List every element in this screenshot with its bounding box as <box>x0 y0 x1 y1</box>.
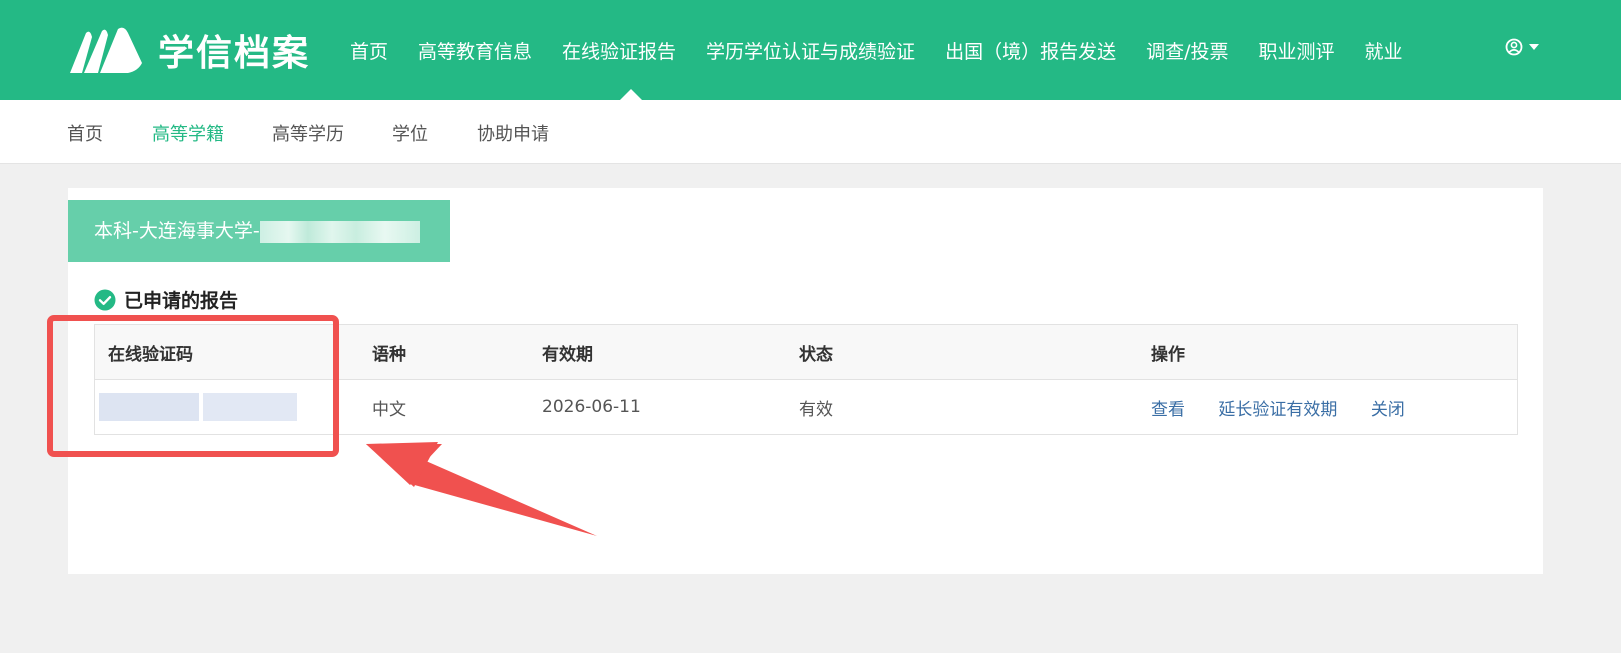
section-title: 已申请的报告 <box>94 286 238 313</box>
nav-overseas-report-sending[interactable]: 出国（境）报告发送 <box>945 37 1116 64</box>
nav-higher-education-info[interactable]: 高等教育信息 <box>418 37 532 64</box>
col-language: 语种 <box>371 324 541 380</box>
reports-table: 在线验证码 语种 有效期 状态 操作 中文 2026-06-11 有效 查看 延… <box>94 324 1518 435</box>
actions-cell: 查看 延长验证有效期 关闭 <box>1150 379 1518 435</box>
close-link[interactable]: 关闭 <box>1371 400 1405 420</box>
check-circle-icon <box>94 289 116 310</box>
redacted-name <box>259 220 420 243</box>
main-nav: 首页 高等教育信息 在线验证报告 学历学位认证与成绩验证 出国（境）报告发送 调… <box>350 0 1433 100</box>
logo-text: 学信档案 <box>158 33 311 74</box>
nav-career-assessment[interactable]: 职业测评 <box>1258 37 1334 64</box>
book-logo-icon <box>70 27 142 74</box>
user-circle-icon <box>1505 38 1523 56</box>
subnav-degree[interactable]: 学位 <box>392 120 428 146</box>
redacted-code <box>203 393 297 421</box>
table-header-row: 在线验证码 语种 有效期 状态 操作 <box>94 324 1518 380</box>
status-cell: 有效 <box>798 379 1150 435</box>
subnav-assist-application[interactable]: 协助申请 <box>477 120 549 146</box>
site-logo[interactable]: 学信档案 <box>68 24 310 76</box>
nav-employment[interactable]: 就业 <box>1365 37 1403 64</box>
top-header: 学信档案 首页 高等教育信息 在线验证报告 学历学位认证与成绩验证 出国（境）报… <box>0 0 1621 100</box>
subnav-higher-diploma[interactable]: 高等学历 <box>272 120 344 146</box>
verification-code-cell <box>94 379 371 435</box>
extend-validity-link[interactable]: 延长验证有效期 <box>1218 400 1337 420</box>
section-title-text: 已申请的报告 <box>124 290 239 312</box>
expiry-cell: 2026-06-11 <box>541 379 798 435</box>
subnav-home[interactable]: 首页 <box>67 120 103 146</box>
nav-online-verification-report[interactable]: 在线验证报告 <box>562 37 676 64</box>
nav-degree-certification[interactable]: 学历学位认证与成绩验证 <box>706 37 915 64</box>
language-cell: 中文 <box>371 379 541 435</box>
col-expiry: 有效期 <box>541 324 798 380</box>
redacted-code <box>99 393 199 421</box>
subnav-higher-enrollment[interactable]: 高等学籍 <box>152 120 224 146</box>
nav-survey-vote[interactable]: 调查/投票 <box>1146 37 1228 64</box>
sub-nav: 首页 高等学籍 高等学历 学位 协助申请 <box>0 100 1621 164</box>
chevron-down-icon <box>1529 44 1539 50</box>
view-link[interactable]: 查看 <box>1151 400 1185 420</box>
col-actions: 操作 <box>1150 324 1518 380</box>
nav-home[interactable]: 首页 <box>350 37 388 64</box>
record-card: 本科-大连海事大学- 已申请的报告 在线验证码 语种 有效期 状态 操作 中文 … <box>68 188 1543 574</box>
active-nav-indicator <box>620 89 642 100</box>
record-tab-label: 本科-大连海事大学- <box>94 220 260 242</box>
col-status: 状态 <box>798 324 1150 380</box>
user-menu[interactable] <box>1505 38 1539 56</box>
record-tab[interactable]: 本科-大连海事大学- <box>68 200 450 262</box>
col-verification-code: 在线验证码 <box>94 324 371 380</box>
table-row: 中文 2026-06-11 有效 查看 延长验证有效期 关闭 <box>94 379 1518 435</box>
